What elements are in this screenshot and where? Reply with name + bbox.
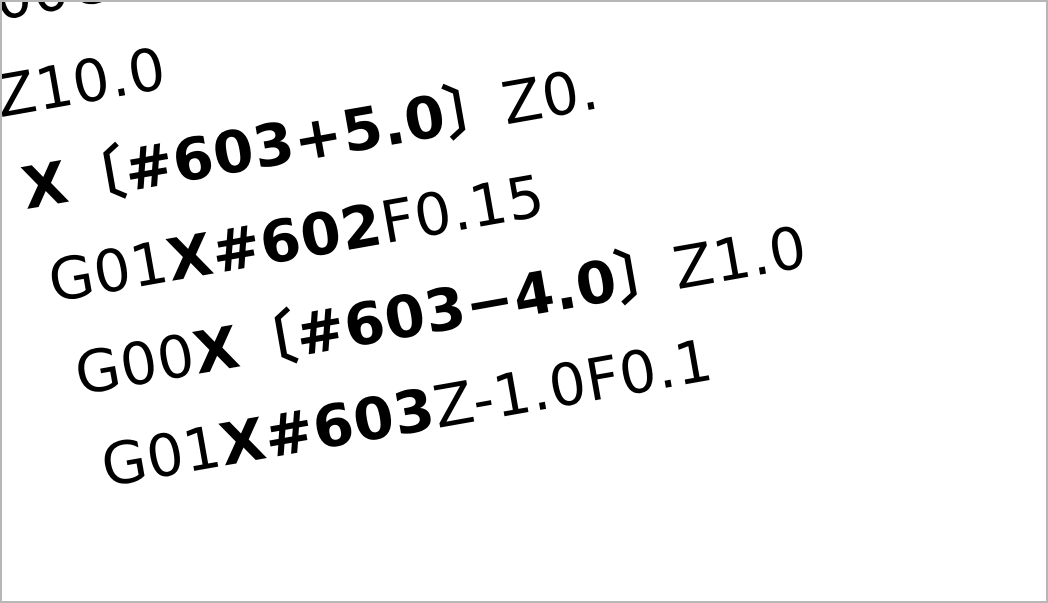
code-text: Z0.: [497, 55, 604, 139]
code-sheet: G00G40G96G99T0101S100Z10.0X〔#603+5.0〕Z0.…: [0, 0, 1048, 527]
code-text: G00: [70, 320, 200, 408]
code-text: G01: [43, 228, 173, 316]
code-text: F0.15: [375, 162, 549, 258]
document-frame: G00G40G96G99T0101S100Z10.0X〔#603+5.0〕Z0.…: [0, 0, 1048, 603]
code-text: Z1.0: [668, 213, 812, 303]
code-text: Z10.0: [0, 34, 171, 131]
code-text: G01: [96, 413, 226, 501]
